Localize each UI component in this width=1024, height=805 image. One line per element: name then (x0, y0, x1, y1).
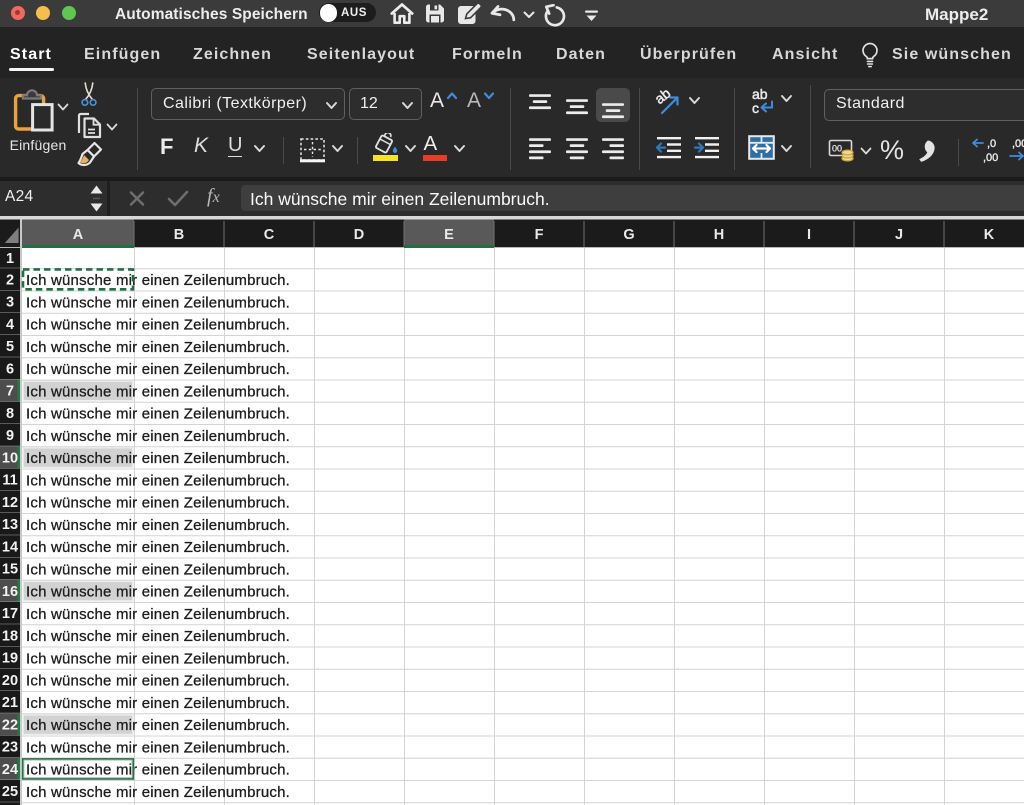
svg-text:13: 13 (2, 517, 18, 533)
svg-text:Ich wünsche mir einen Zeilenum: Ich wünsche mir einen Zeilenumbruch. (26, 316, 290, 333)
svg-text:2: 2 (6, 272, 14, 288)
svg-text:Ich wünsche mir einen Zeilenum: Ich wünsche mir einen Zeilenumbruch. (26, 783, 290, 800)
svg-text:C: C (264, 226, 275, 242)
svg-text:22: 22 (2, 717, 18, 733)
svg-text:Ich wünsche mir einen Zeilenum: Ich wünsche mir einen Zeilenumbruch. (26, 717, 290, 734)
svg-text:Ich wünsche mir einen Zeilenum: Ich wünsche mir einen Zeilenumbruch. (26, 338, 290, 355)
svg-text:Ich wünsche mir einen Zeilenum: Ich wünsche mir einen Zeilenumbruch. (26, 427, 290, 444)
svg-text:23: 23 (2, 739, 18, 755)
svg-text:Ich wünsche mir einen Zeilenum: Ich wünsche mir einen Zeilenumbruch. (26, 650, 290, 667)
svg-text:F: F (535, 226, 544, 242)
svg-text:25: 25 (2, 784, 18, 800)
svg-text:4: 4 (6, 316, 14, 332)
svg-text:19: 19 (2, 650, 18, 666)
svg-text:5: 5 (6, 339, 14, 355)
svg-text:K: K (984, 226, 995, 242)
svg-text:Ich wünsche mir einen Zeilenum: Ich wünsche mir einen Zeilenumbruch. (26, 405, 290, 422)
svg-text:16: 16 (2, 583, 18, 599)
svg-text:Ich wünsche mir einen Zeilenum: Ich wünsche mir einen Zeilenumbruch. (26, 450, 290, 467)
svg-text:6: 6 (6, 361, 14, 377)
svg-text:10: 10 (2, 450, 18, 466)
svg-text:Ich wünsche mir einen Zeilenum: Ich wünsche mir einen Zeilenumbruch. (26, 294, 290, 311)
svg-text:18: 18 (2, 628, 18, 644)
svg-text:15: 15 (2, 561, 18, 577)
svg-text:Ich wünsche mir einen Zeilenum: Ich wünsche mir einen Zeilenumbruch. (26, 583, 290, 600)
svg-text:3: 3 (6, 294, 14, 310)
svg-text:I: I (807, 226, 811, 242)
svg-text:,00: ,00 (983, 152, 998, 163)
svg-text:Ich wünsche mir einen Zeilenum: Ich wünsche mir einen Zeilenumbruch. (26, 628, 290, 645)
svg-text:G: G (623, 226, 634, 242)
svg-text:Ich wünsche mir einen Zeilenum: Ich wünsche mir einen Zeilenumbruch. (26, 361, 290, 378)
svg-text:12: 12 (2, 494, 18, 510)
svg-text:J: J (895, 226, 903, 242)
svg-text:Ich wünsche mir einen Zeilenum: Ich wünsche mir einen Zeilenumbruch. (26, 761, 290, 778)
svg-text:Ich wünsche mir einen Zeilenum: Ich wünsche mir einen Zeilenumbruch. (26, 272, 290, 289)
svg-text:D: D (354, 226, 364, 242)
svg-text:B: B (174, 226, 184, 242)
svg-text:7: 7 (6, 383, 14, 399)
svg-text:Ich wünsche mir einen Zeilenum: Ich wünsche mir einen Zeilenumbruch. (26, 383, 290, 400)
svg-text:E: E (444, 226, 454, 242)
svg-text:H: H (714, 226, 724, 242)
svg-text:24: 24 (2, 761, 18, 777)
svg-text:A: A (73, 226, 84, 242)
svg-text:Ich wünsche mir einen Zeilenum: Ich wünsche mir einen Zeilenumbruch. (26, 694, 290, 711)
svg-text:17: 17 (2, 606, 18, 622)
svg-text:Ich wünsche mir einen Zeilenum: Ich wünsche mir einen Zeilenumbruch. (26, 516, 290, 533)
svg-text:Ich wünsche mir einen Zeilenum: Ich wünsche mir einen Zeilenumbruch. (26, 605, 290, 622)
svg-text:c: c (752, 100, 759, 116)
svg-text:,0: ,0 (987, 138, 996, 150)
svg-text:Ich wünsche mir einen Zeilenum: Ich wünsche mir einen Zeilenumbruch. (26, 494, 290, 511)
svg-text:,00: ,00 (1012, 138, 1024, 150)
svg-text:11: 11 (2, 472, 17, 488)
svg-text:Ich wünsche mir einen Zeilenum: Ich wünsche mir einen Zeilenumbruch. (26, 539, 290, 556)
svg-text:Ich wünsche mir einen Zeilenum: Ich wünsche mir einen Zeilenumbruch. (26, 739, 290, 756)
svg-text:20: 20 (2, 672, 18, 688)
svg-text:00: 00 (832, 144, 842, 154)
svg-text:21: 21 (2, 695, 18, 711)
svg-text:14: 14 (2, 539, 18, 555)
svg-text:Ich wünsche mir einen Zeilenum: Ich wünsche mir einen Zeilenumbruch. (26, 672, 290, 689)
svg-text:Ich wünsche mir einen Zeilenum: Ich wünsche mir einen Zeilenumbruch. (26, 472, 290, 489)
svg-text:9: 9 (6, 428, 14, 444)
svg-text:Ich wünsche mir einen Zeilenum: Ich wünsche mir einen Zeilenumbruch. (26, 561, 290, 578)
svg-text:1: 1 (6, 251, 14, 267)
svg-text:8: 8 (6, 405, 14, 421)
